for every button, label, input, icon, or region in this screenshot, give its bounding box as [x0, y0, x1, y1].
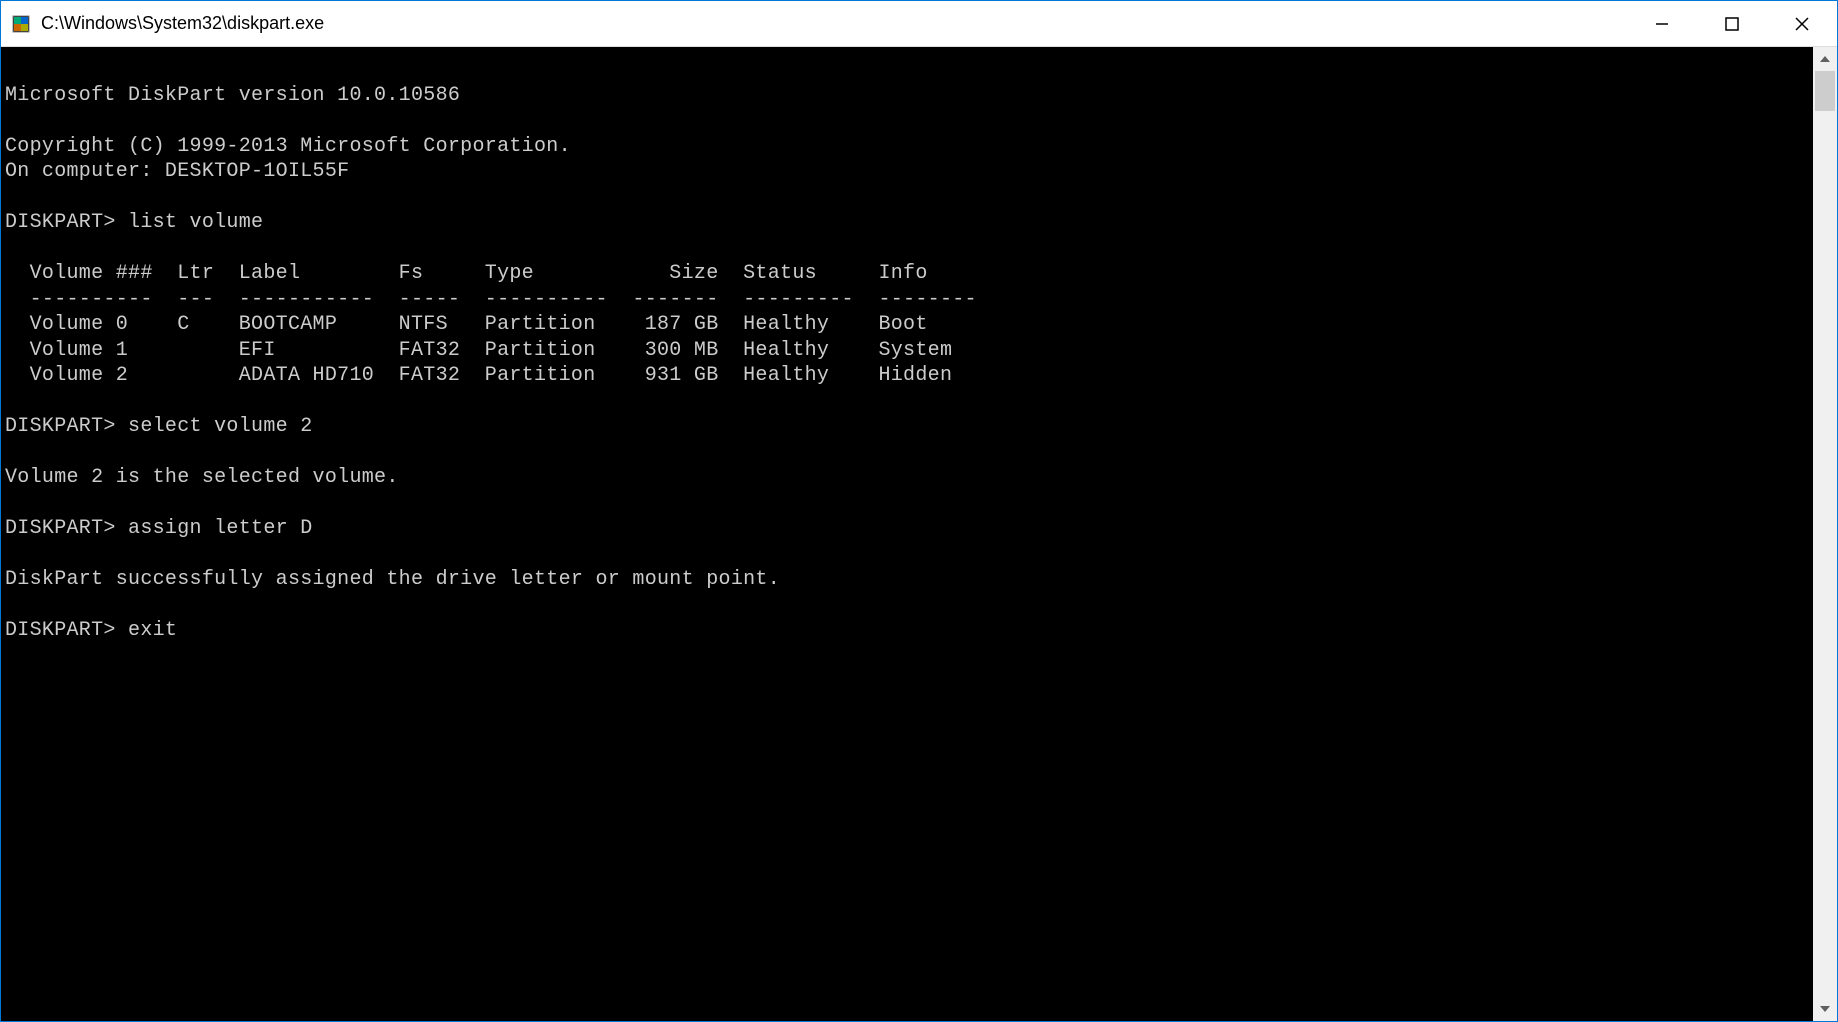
- terminal-output[interactable]: Microsoft DiskPart version 10.0.10586 Co…: [1, 47, 1813, 1021]
- window-controls: [1627, 1, 1837, 46]
- scroll-thumb[interactable]: [1815, 71, 1835, 111]
- maximize-button[interactable]: [1697, 1, 1767, 46]
- titlebar: C:\Windows\System32\diskpart.exe: [1, 1, 1837, 47]
- minimize-button[interactable]: [1627, 1, 1697, 46]
- scroll-up-arrow[interactable]: [1813, 47, 1837, 71]
- close-button[interactable]: [1767, 1, 1837, 46]
- scroll-track[interactable]: [1813, 71, 1837, 997]
- scrollbar[interactable]: [1813, 47, 1837, 1021]
- window-title: C:\Windows\System32\diskpart.exe: [41, 13, 1627, 34]
- terminal-container: Microsoft DiskPart version 10.0.10586 Co…: [1, 47, 1837, 1021]
- scroll-down-arrow[interactable]: [1813, 997, 1837, 1021]
- app-icon: [11, 14, 31, 34]
